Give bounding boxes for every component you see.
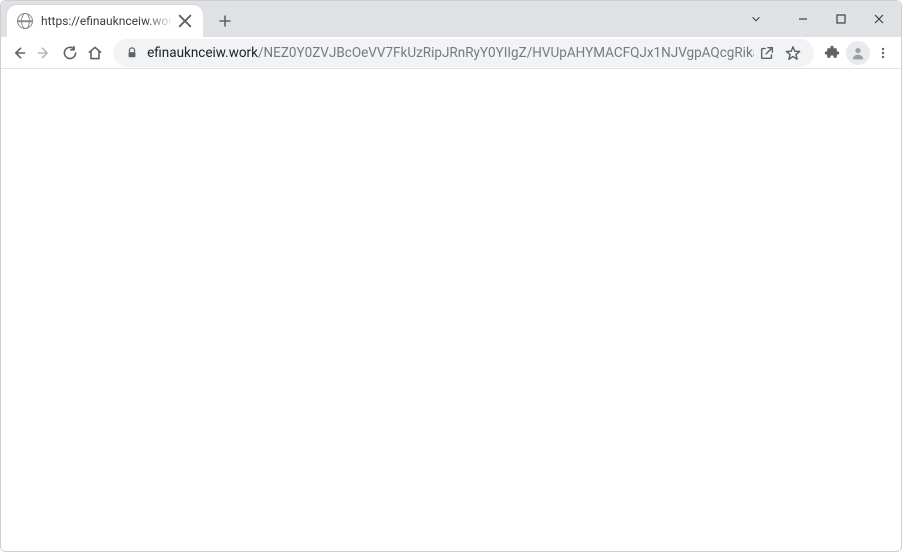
home-button[interactable]: [84, 39, 108, 67]
star-icon: [785, 45, 801, 61]
kebab-icon: [876, 46, 890, 60]
page-content: [2, 69, 900, 550]
url-path: /NEZ0Y0ZVJBcOeVV7FkUzRipJRnRyY0YIIgZ/HVU…: [258, 45, 754, 61]
avatar: [846, 41, 870, 65]
lock-icon: [125, 47, 139, 59]
new-tab-button[interactable]: [211, 7, 239, 35]
maximize-icon: [835, 13, 847, 25]
plus-icon: [218, 14, 232, 28]
toolbar: efinauknceiw.work/NEZ0Y0ZVJBcOeVV7FkUzRi…: [1, 37, 901, 69]
profile-button[interactable]: [846, 39, 870, 67]
extensions-button[interactable]: [820, 39, 844, 67]
chevron-down-icon: [750, 13, 762, 25]
close-tab-button[interactable]: [177, 13, 193, 29]
address-bar[interactable]: efinauknceiw.work/NEZ0Y0ZVJBcOeVV7FkUzRi…: [113, 39, 814, 67]
reload-button[interactable]: [58, 39, 82, 67]
close-icon: [873, 13, 885, 25]
arrow-right-icon: [36, 45, 52, 61]
close-icon: [177, 13, 193, 29]
back-button[interactable]: [7, 39, 31, 67]
tab-strip: https://efinauknceiw.work/NEZ0Y0ZVJBcOeV…: [1, 1, 901, 37]
reload-icon: [62, 45, 78, 61]
globe-icon: [17, 13, 33, 29]
puzzle-icon: [824, 45, 840, 61]
tab-search-button[interactable]: [741, 5, 771, 33]
bookmark-button[interactable]: [780, 40, 806, 66]
browser-tab[interactable]: https://efinauknceiw.work/NEZ0Y0ZVJBcOeV…: [7, 5, 203, 37]
url-text: efinauknceiw.work/NEZ0Y0ZVJBcOeVV7FkUzRi…: [147, 45, 754, 61]
url-host: efinauknceiw.work: [147, 45, 258, 61]
share-icon: [759, 45, 775, 61]
home-icon: [87, 45, 103, 61]
menu-button[interactable]: [872, 39, 896, 67]
person-icon: [850, 45, 866, 61]
window-controls: [741, 1, 897, 37]
arrow-left-icon: [11, 45, 27, 61]
window-close-button[interactable]: [861, 5, 897, 33]
forward-button[interactable]: [33, 39, 57, 67]
minimize-icon: [797, 13, 809, 25]
minimize-button[interactable]: [785, 5, 821, 33]
share-button[interactable]: [754, 40, 780, 66]
maximize-button[interactable]: [823, 5, 859, 33]
tab-title: https://efinauknceiw.work/NEZ0Y0ZVJBcOeV…: [41, 14, 173, 28]
